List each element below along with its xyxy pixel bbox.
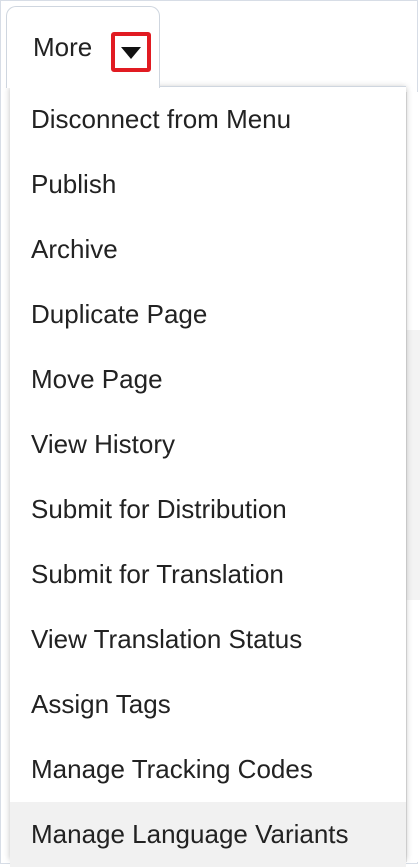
caret-down-icon xyxy=(121,47,141,59)
more-tab-label: More xyxy=(33,32,93,62)
more-dropdown-button[interactable] xyxy=(111,32,151,72)
more-tab[interactable]: More xyxy=(6,6,160,88)
background-scrollbar-thumb[interactable] xyxy=(406,330,420,600)
more-dropdown-menu: Disconnect from Menu Publish Archive Dup… xyxy=(10,86,406,867)
menu-item-move-page[interactable]: Move Page xyxy=(10,347,406,412)
menu-item-disconnect-from-menu[interactable]: Disconnect from Menu xyxy=(10,87,406,152)
menu-item-manage-language-variants[interactable]: Manage Language Variants xyxy=(10,802,406,867)
menu-item-manage-tracking-codes[interactable]: Manage Tracking Codes xyxy=(10,737,406,802)
menu-item-submit-for-distribution[interactable]: Submit for Distribution xyxy=(10,477,406,542)
menu-item-view-translation-status[interactable]: View Translation Status xyxy=(10,607,406,672)
menu-item-archive[interactable]: Archive xyxy=(10,217,406,282)
menu-item-publish[interactable]: Publish xyxy=(10,152,406,217)
menu-item-duplicate-page[interactable]: Duplicate Page xyxy=(10,282,406,347)
menu-item-submit-for-translation[interactable]: Submit for Translation xyxy=(10,542,406,607)
menu-item-assign-tags[interactable]: Assign Tags xyxy=(10,672,406,737)
menu-item-view-history[interactable]: View History xyxy=(10,412,406,477)
